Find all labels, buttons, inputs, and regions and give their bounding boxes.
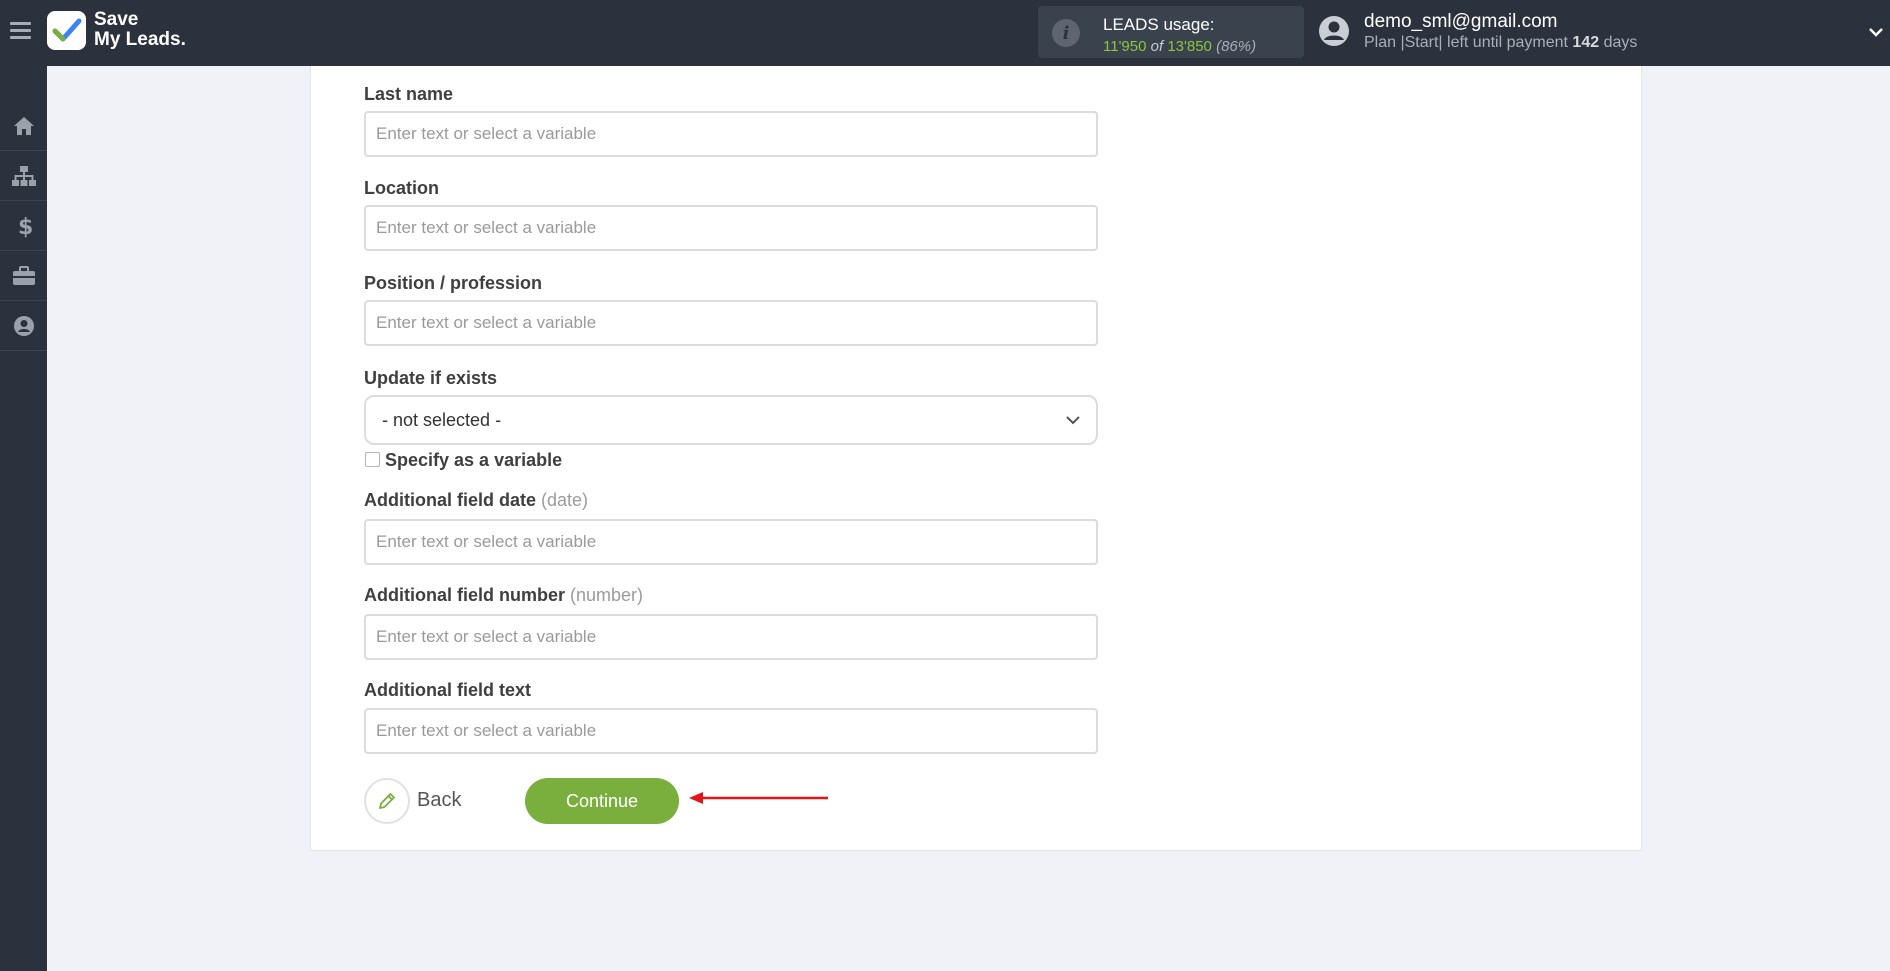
- specify-variable-label: Specify as a variable: [385, 450, 563, 470]
- update-if-exists-select[interactable]: - not selected -: [364, 395, 1098, 445]
- logo[interactable]: Save My Leads.: [47, 10, 186, 50]
- position-input[interactable]: [364, 300, 1098, 346]
- pencil-icon: [379, 793, 395, 809]
- user-circle-icon[interactable]: [0, 301, 47, 351]
- additional-date-label: Additional field date (date): [364, 490, 589, 510]
- info-icon: i: [1052, 19, 1080, 47]
- chevron-down-icon: [1064, 411, 1082, 429]
- dollar-icon[interactable]: $: [0, 201, 47, 251]
- leads-usage-panel: i LEADS usage: 11'950 of 13'850 (86%): [1038, 6, 1304, 58]
- last-name-input[interactable]: [364, 111, 1098, 157]
- home-icon[interactable]: [0, 101, 47, 151]
- select-value: - not selected -: [382, 410, 502, 430]
- logo-checkmark-icon: [47, 10, 86, 50]
- chevron-down-icon[interactable]: [1866, 22, 1886, 42]
- plan-info: Plan |Start| left until payment 142 days: [1364, 34, 1638, 51]
- additional-date-input[interactable]: [364, 519, 1098, 565]
- usage-title: LEADS usage:: [1103, 15, 1215, 34]
- sidebar: $: [0, 66, 47, 971]
- specify-variable-checkbox[interactable]: [365, 452, 380, 467]
- location-label: Location: [364, 178, 439, 198]
- sitemap-icon[interactable]: [0, 151, 47, 201]
- position-label: Position / profession: [364, 273, 543, 293]
- additional-number-label: Additional field number (number): [364, 585, 644, 605]
- account-avatar-icon[interactable]: [1318, 15, 1350, 47]
- additional-text-input[interactable]: [364, 708, 1098, 754]
- briefcase-icon[interactable]: [0, 251, 47, 301]
- additional-number-input[interactable]: [364, 614, 1098, 660]
- back-label[interactable]: Back: [417, 789, 461, 812]
- annotation-arrow: [689, 792, 828, 804]
- logo-text: Save My Leads.: [94, 9, 186, 50]
- top-bar: Save My Leads. i LEADS usage: 11'950 of …: [0, 0, 1890, 66]
- svg-text:$: $: [18, 215, 32, 238]
- location-input[interactable]: [364, 205, 1098, 251]
- usage-numbers: 11'950 of 13'850 (86%): [1103, 38, 1257, 55]
- menu-icon[interactable]: [10, 22, 31, 39]
- additional-text-label: Additional field text: [364, 680, 532, 700]
- update-if-exists-label: Update if exists: [364, 368, 498, 388]
- last-name-label: Last name: [364, 84, 454, 104]
- account-email[interactable]: demo_sml@gmail.com: [1364, 11, 1558, 33]
- continue-button[interactable]: Continue: [525, 778, 679, 824]
- back-button[interactable]: [364, 778, 410, 824]
